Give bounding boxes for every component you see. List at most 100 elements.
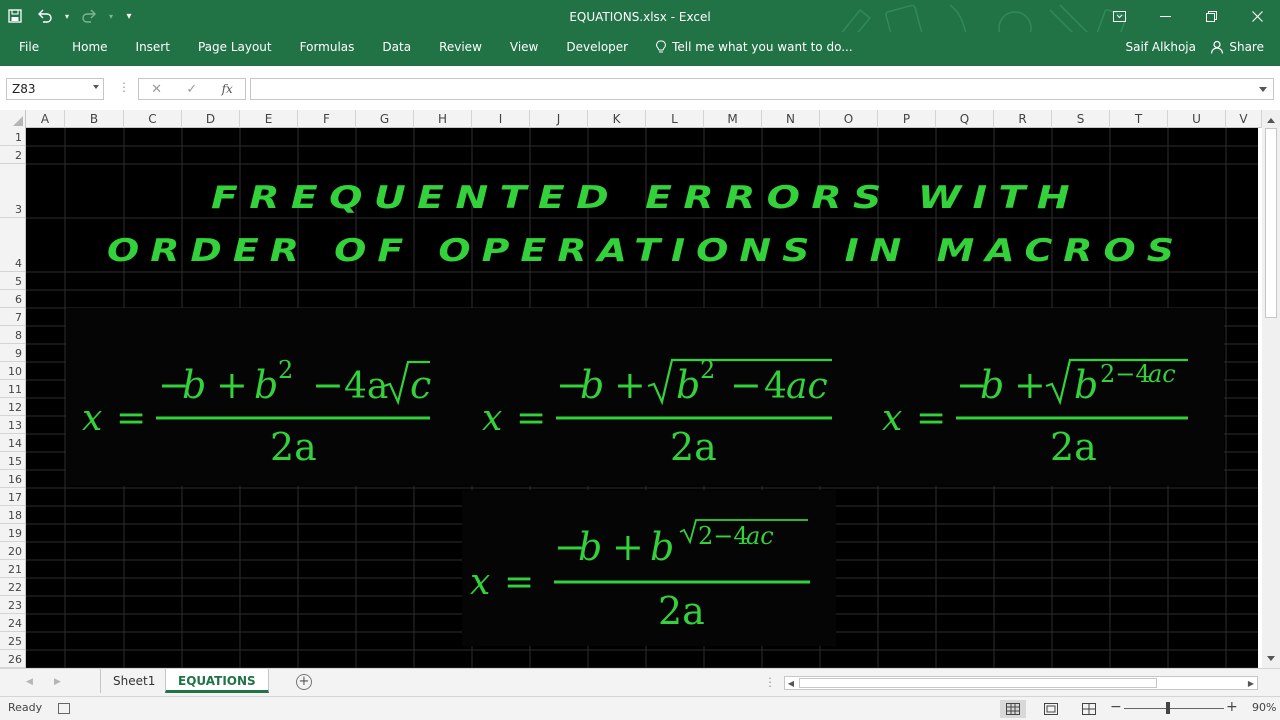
row-header-2[interactable]: 2 [0,146,25,164]
row-header-7[interactable]: 7 [0,308,25,326]
page-layout-view-button[interactable] [1038,700,1064,718]
row-header-26[interactable]: 26 [0,650,25,668]
page-break-view-button[interactable] [1076,700,1102,718]
row-header-19[interactable]: 19 [0,524,25,542]
row-header-8[interactable]: 8 [0,326,25,344]
tab-insert[interactable]: Insert [122,32,184,62]
expand-formula-bar-icon[interactable] [1259,87,1267,92]
zoom-in-button[interactable]: + [1226,699,1238,715]
scroll-left-button[interactable]: ◀ [785,677,797,689]
row-header-21[interactable]: 21 [0,560,25,578]
normal-view-button[interactable] [1000,700,1026,718]
insert-function-icon[interactable]: fx [222,82,233,96]
customize-qat-button[interactable]: ▾ [118,0,140,32]
vertical-scrollbar[interactable] [1262,110,1280,668]
column-header-p[interactable]: P [878,110,936,128]
tab-formulas[interactable]: Formulas [286,32,369,62]
column-header-f[interactable]: F [298,110,356,128]
macro-recording-icon[interactable] [58,703,70,714]
account-name[interactable]: Saif Alkhoja [1126,32,1196,62]
row-header-18[interactable]: 18 [0,506,25,524]
row-header-15[interactable]: 15 [0,452,25,470]
undo-button[interactable] [30,0,60,32]
redo-dropdown-icon[interactable]: ▾ [104,0,118,32]
enter-icon[interactable]: ✓ [186,82,197,97]
column-header-s[interactable]: S [1052,110,1110,128]
row-header-20[interactable]: 20 [0,542,25,560]
tab-data[interactable]: Data [368,32,425,62]
column-header-m[interactable]: M [704,110,762,128]
column-header-i[interactable]: I [472,110,530,128]
cancel-icon[interactable]: ✕ [151,82,162,97]
scroll-down-button[interactable] [1262,650,1280,666]
row-header-25[interactable]: 25 [0,632,25,650]
restore-button[interactable] [1188,0,1234,32]
row-header-14[interactable]: 14 [0,434,25,452]
tell-me-search[interactable]: Tell me what you want to do... [642,32,853,62]
column-header-k[interactable]: K [588,110,646,128]
tab-home[interactable]: Home [58,32,121,62]
minimize-button[interactable] [1142,0,1188,32]
column-header-t[interactable]: T [1110,110,1168,128]
scroll-up-button[interactable] [1262,112,1280,128]
tab-page-layout[interactable]: Page Layout [184,32,286,62]
column-header-g[interactable]: G [356,110,414,128]
row-header-17[interactable]: 17 [0,488,25,506]
horizontal-scrollbar[interactable]: ◀ ▶ [784,676,1258,690]
column-header-v[interactable]: V [1226,110,1262,128]
name-box-dropdown-icon[interactable] [93,85,99,89]
add-sheet-button[interactable]: + [296,674,312,690]
sheet-tab-sheet1[interactable]: Sheet1 [100,669,169,693]
column-header-r[interactable]: R [994,110,1052,128]
column-header-b[interactable]: B [65,110,124,128]
column-header-n[interactable]: N [762,110,820,128]
row-header-10[interactable]: 10 [0,362,25,380]
zoom-out-button[interactable]: − [1110,699,1122,715]
formula-input[interactable] [250,78,1274,100]
ribbon-display-options-button[interactable] [1096,0,1142,32]
prev-sheet-icon[interactable]: ◀ [26,677,33,687]
column-header-u[interactable]: U [1168,110,1226,128]
column-header-c[interactable]: C [124,110,182,128]
tab-review[interactable]: Review [425,32,496,62]
undo-dropdown-icon[interactable]: ▾ [60,0,74,32]
row-header-22[interactable]: 22 [0,578,25,596]
column-header-d[interactable]: D [182,110,240,128]
name-box[interactable]: Z83 [6,78,104,100]
tab-developer[interactable]: Developer [552,32,642,62]
save-button[interactable] [0,0,30,32]
scroll-right-button[interactable]: ▶ [1245,677,1257,689]
row-header-11[interactable]: 11 [0,380,25,398]
worksheet-grid[interactable]: .hd { font-family: "DejaVu Sans", sans-s… [26,128,1258,668]
redo-button[interactable] [74,0,104,32]
sheet-tab-equations[interactable]: EQUATIONS [165,669,269,693]
row-header-3[interactable]: 3 [0,164,25,218]
tab-split-handle[interactable]: ⋮ [764,675,776,689]
horizontal-scroll-thumb[interactable] [799,678,1157,688]
row-header-9[interactable]: 9 [0,344,25,362]
share-button[interactable]: Share [1210,32,1264,62]
vertical-scroll-thumb[interactable] [1265,128,1277,318]
column-header-q[interactable]: Q [936,110,994,128]
next-sheet-icon[interactable]: ▶ [54,677,61,687]
zoom-level[interactable]: 90% [1252,701,1276,714]
row-header-23[interactable]: 23 [0,596,25,614]
row-header-1[interactable]: 1 [0,128,25,146]
row-header-13[interactable]: 13 [0,416,25,434]
column-header-h[interactable]: H [414,110,472,128]
tab-view[interactable]: View [496,32,552,62]
close-button[interactable] [1234,0,1280,32]
column-header-e[interactable]: E [240,110,298,128]
zoom-slider-track[interactable] [1124,708,1224,709]
row-header-6[interactable]: 6 [0,290,25,308]
column-header-a[interactable]: A [26,110,65,128]
row-header-5[interactable]: 5 [0,272,25,290]
row-header-16[interactable]: 16 [0,470,25,488]
row-header-24[interactable]: 24 [0,614,25,632]
column-header-j[interactable]: J [530,110,588,128]
column-header-o[interactable]: O [820,110,878,128]
row-header-4[interactable]: 4 [0,218,25,272]
select-all-button[interactable] [0,110,26,128]
row-header-12[interactable]: 12 [0,398,25,416]
zoom-slider-thumb[interactable] [1166,702,1170,714]
